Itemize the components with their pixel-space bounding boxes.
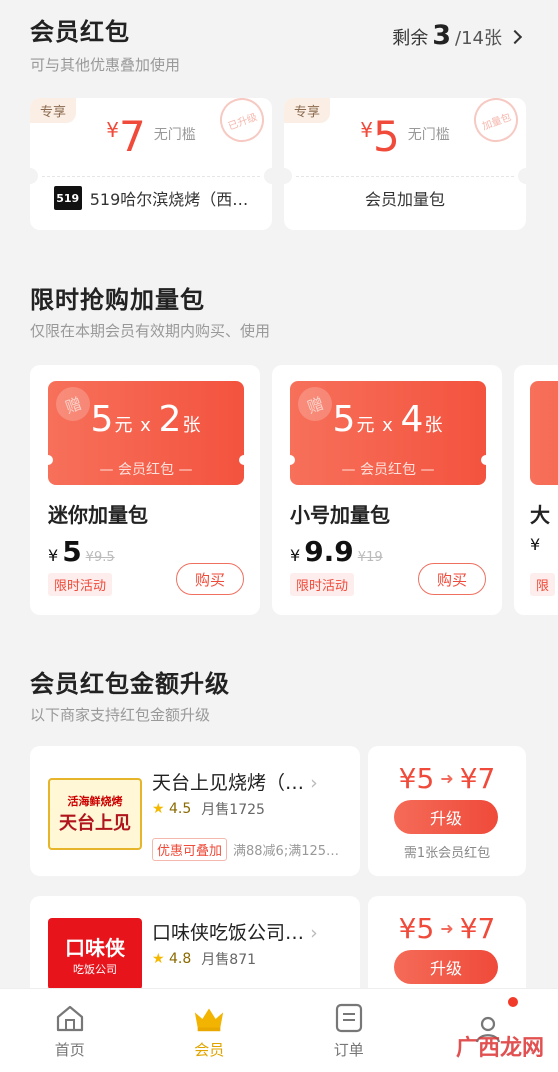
pack-price: ¥5 ¥9.5 <box>48 535 115 568</box>
shop-rating: ★ 4.8 月售871 <box>152 951 257 968</box>
upgrade-panel: ¥5 ➜ ¥7 升级 需1张会员红包 <box>368 746 526 876</box>
pack-name: 小号加量包 <box>290 503 390 527</box>
coupon-shop-name: 519哈尔滨烧烤（西… <box>89 190 249 209</box>
pack-price: ¥9.9 ¥19 <box>290 535 383 568</box>
pack-card[interactable]: 赠 5元 x 4张 — 会员红包 — 小号加量包 ¥9.9 ¥19 限时活动 购买 <box>272 365 502 615</box>
coupon-amount: ¥7 无门槛 <box>106 112 196 161</box>
upgrade-button[interactable]: 升级 <box>394 950 498 984</box>
upgrade-subtitle: 以下商家支持红包金额升级 <box>30 706 211 724</box>
star-icon: ★ <box>152 801 165 817</box>
upgrade-requirement: 需1张会员红包 <box>403 846 491 861</box>
tab-label: 首页 <box>54 1041 85 1059</box>
coupon-card[interactable]: 专享 已升级 ¥7 无门槛 519 519哈尔滨烧烤（西… <box>30 98 272 230</box>
flash-packs-subtitle: 仅限在本期会员有效期内购买、使用 <box>30 322 271 340</box>
coupon-footer: 会员加量包 <box>364 190 445 209</box>
remain-total: /14张 <box>455 28 502 49</box>
shop-logo: 519 <box>53 186 82 210</box>
tab-home[interactable]: 首页 <box>0 989 140 1072</box>
coupon-amount: ¥5 无门槛 <box>360 112 450 161</box>
pack-ticket: 赠 5元 x 4张 — 会员红包 — <box>285 381 491 485</box>
member-coupons-title: 会员红包 <box>30 18 130 46</box>
coupon-card[interactable]: 专享 加量包 ¥5 无门槛 会员加量包 <box>284 98 526 230</box>
remain-label: 剩余 <box>392 28 429 49</box>
crown-icon <box>192 1001 226 1035</box>
shop-badges: 优惠可叠加 满88减6;满125… <box>152 838 339 861</box>
pack-name: 大 <box>530 503 550 527</box>
tab-label: 会员 <box>194 1041 225 1059</box>
pack-card-partial[interactable]: 大 ¥ 限 <box>514 365 558 615</box>
buy-button[interactable]: 购买 <box>418 563 486 595</box>
upgrade-button[interactable]: 升级 <box>394 800 498 834</box>
star-icon: ★ <box>152 951 165 967</box>
shop-rating: ★ 4.5 月售1725 <box>152 801 265 818</box>
pack-ticket: 赠 5元 x 2张 — 会员红包 — <box>43 381 249 485</box>
flash-packs-title: 限时抢购加量包 <box>30 286 205 314</box>
pack-name: 迷你加量包 <box>48 503 148 527</box>
coupon-footer: 519 519哈尔滨烧烤（西… <box>30 186 272 210</box>
activity-badge: 限时活动 <box>290 573 355 596</box>
shop-logo: 口味侠 吃饭公司 <box>48 918 142 990</box>
watermark: 广西龙网 <box>455 1036 544 1061</box>
shop-logo: 活海鲜烧烤 天台上见 <box>48 778 142 850</box>
pack-card[interactable]: 赠 5元 x 2张 — 会员红包 — 迷你加量包 ¥5 ¥9.5 限时活动 购买 <box>30 365 260 615</box>
order-icon <box>332 1001 366 1035</box>
arrow-right-icon: ➜ <box>440 919 454 938</box>
tab-member[interactable]: 会员 <box>140 989 280 1072</box>
shop-card[interactable]: 活海鲜烧烤 天台上见 天台上见烧烤（… › ★ 4.5 月售1725 优惠可叠加… <box>30 746 360 876</box>
arrow-right-icon: ➜ <box>440 769 454 788</box>
upgrade-title: 会员红包金额升级 <box>30 670 230 698</box>
tab-orders[interactable]: 订单 <box>279 989 419 1072</box>
member-coupons-subtitle: 可与其他优惠叠加使用 <box>30 56 181 74</box>
shop-name: 天台上见烧烤（… › <box>152 772 318 794</box>
tab-label: 订单 <box>333 1041 364 1059</box>
buy-button[interactable]: 购买 <box>176 563 244 595</box>
activity-badge: 限时活动 <box>48 573 113 596</box>
chevron-right-icon <box>507 29 523 45</box>
coupon-remaining-link[interactable]: 剩余 3 /14张 <box>392 20 523 51</box>
remain-count: 3 <box>432 20 452 51</box>
notification-dot <box>508 997 518 1007</box>
shop-name: 口味侠吃饭公司… › <box>152 922 318 944</box>
home-icon <box>53 1001 87 1035</box>
